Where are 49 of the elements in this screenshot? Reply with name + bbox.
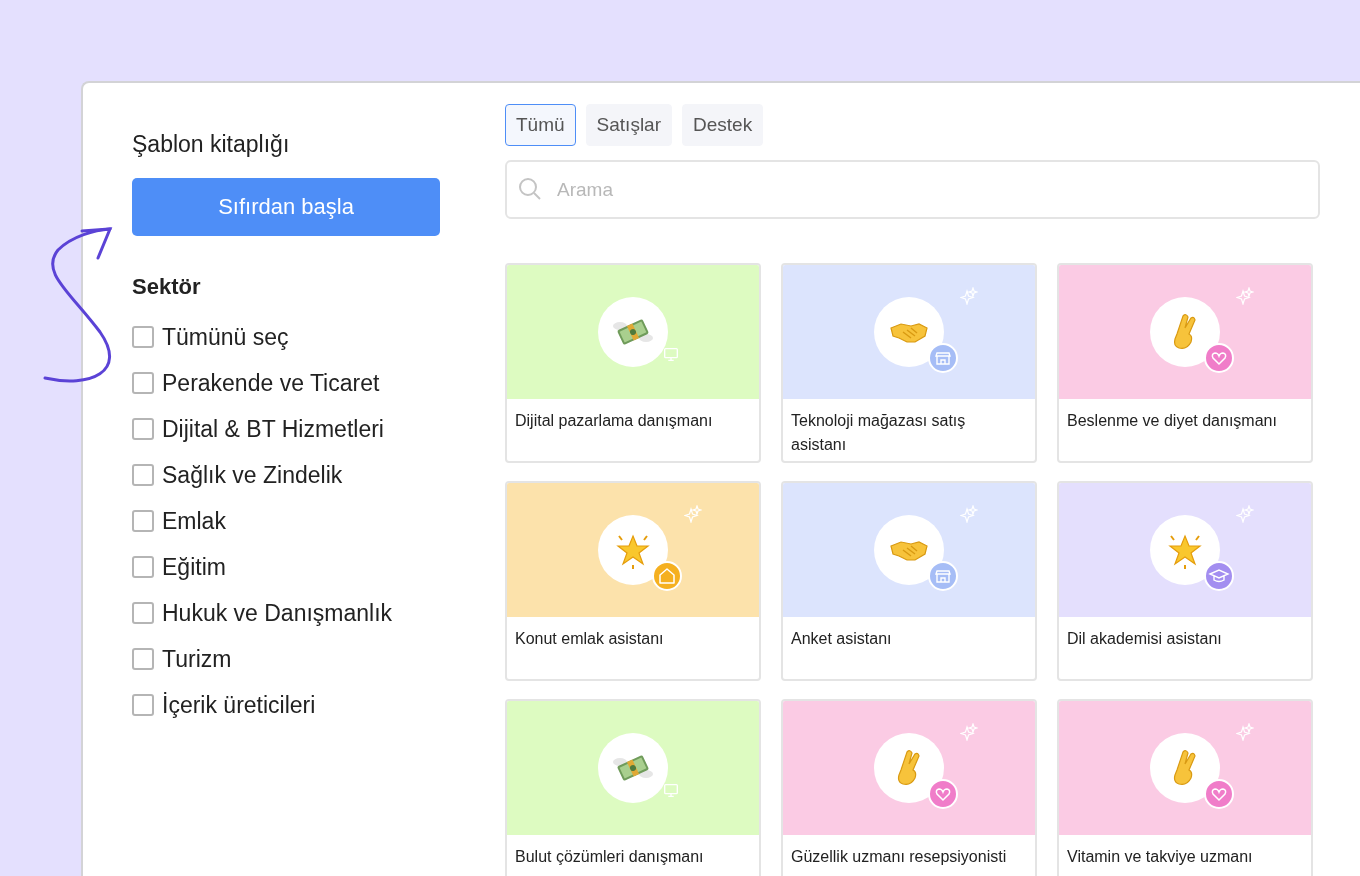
card-title: Beslenme ve diyet danışmanı xyxy=(1066,411,1278,431)
checkbox-label[interactable]: Hukuk ve Danışmanlık xyxy=(162,599,393,627)
search-field[interactable]: Arama xyxy=(505,160,1320,219)
graduation-cap-icon xyxy=(1204,561,1234,591)
template-card[interactable]: Beslenme ve diyet danışmanı xyxy=(1057,263,1313,463)
template-card[interactable]: Dijital pazarlama danışmanı xyxy=(505,263,761,463)
template-card[interactable]: Konut emlak asistanı xyxy=(505,481,761,681)
tab[interactable]: Tümü xyxy=(505,104,576,146)
checkbox[interactable] xyxy=(132,418,154,440)
checkbox-label[interactable]: Emlak xyxy=(162,507,226,535)
library-title: Şablon kitaplığı xyxy=(132,131,290,158)
checkbox[interactable] xyxy=(132,372,154,394)
home-icon xyxy=(652,561,682,591)
template-card[interactable]: Dil akademisi asistanı xyxy=(1057,481,1313,681)
checkbox-label[interactable]: İçerik üreticileri xyxy=(162,691,316,719)
template-card[interactable]: Bulut çözümleri danışmanı xyxy=(505,699,761,876)
checkbox-label[interactable]: Eğitim xyxy=(162,553,226,581)
card-title: Konut emlak asistanı xyxy=(514,629,665,649)
card-title: Dijital pazarlama danışmanı xyxy=(514,411,714,431)
checkbox-label[interactable]: Dijital & BT Hizmetleri xyxy=(162,415,384,443)
checkbox[interactable] xyxy=(132,556,154,578)
search-icon xyxy=(517,176,543,202)
card-title: Vitamin ve takviye uzmanı xyxy=(1066,847,1254,867)
card-title: Teknoloji mağazası satış asistanı xyxy=(790,411,967,455)
card-title: Güzellik uzmanı resepsiyonisti xyxy=(790,847,1008,867)
monitor-icon xyxy=(662,781,680,799)
tab[interactable]: Satışlar xyxy=(585,104,672,146)
checkbox[interactable] xyxy=(132,464,154,486)
store-icon xyxy=(928,561,958,591)
checkbox-label[interactable]: Perakende ve Ticaret xyxy=(162,369,380,397)
card-title: Anket asistanı xyxy=(790,629,893,649)
monitor-icon xyxy=(662,345,680,363)
tab[interactable]: Destek xyxy=(682,104,764,146)
card-title: Dil akademisi asistanı xyxy=(1066,629,1223,649)
checkbox-label[interactable]: Tümünü seç xyxy=(162,323,289,351)
checkbox[interactable] xyxy=(132,694,154,716)
checkbox[interactable] xyxy=(132,648,154,670)
filter-heading: Sektör xyxy=(132,274,201,300)
checkbox[interactable] xyxy=(132,602,154,624)
checkbox[interactable] xyxy=(132,326,154,348)
template-card[interactable]: Anket asistanı xyxy=(781,481,1037,681)
store-icon xyxy=(928,343,958,373)
checkbox[interactable] xyxy=(132,510,154,532)
checkbox-label[interactable]: Sağlık ve Zindelik xyxy=(162,461,343,489)
checkbox-label[interactable]: Turizm xyxy=(162,645,232,673)
template-card[interactable]: Teknoloji mağazası satış asistanı xyxy=(781,263,1037,463)
template-card[interactable]: Vitamin ve takviye uzmanı xyxy=(1057,699,1313,876)
card-title: Bulut çözümleri danışmanı xyxy=(514,847,705,867)
template-card[interactable]: Güzellik uzmanı resepsiyonisti xyxy=(781,699,1037,876)
